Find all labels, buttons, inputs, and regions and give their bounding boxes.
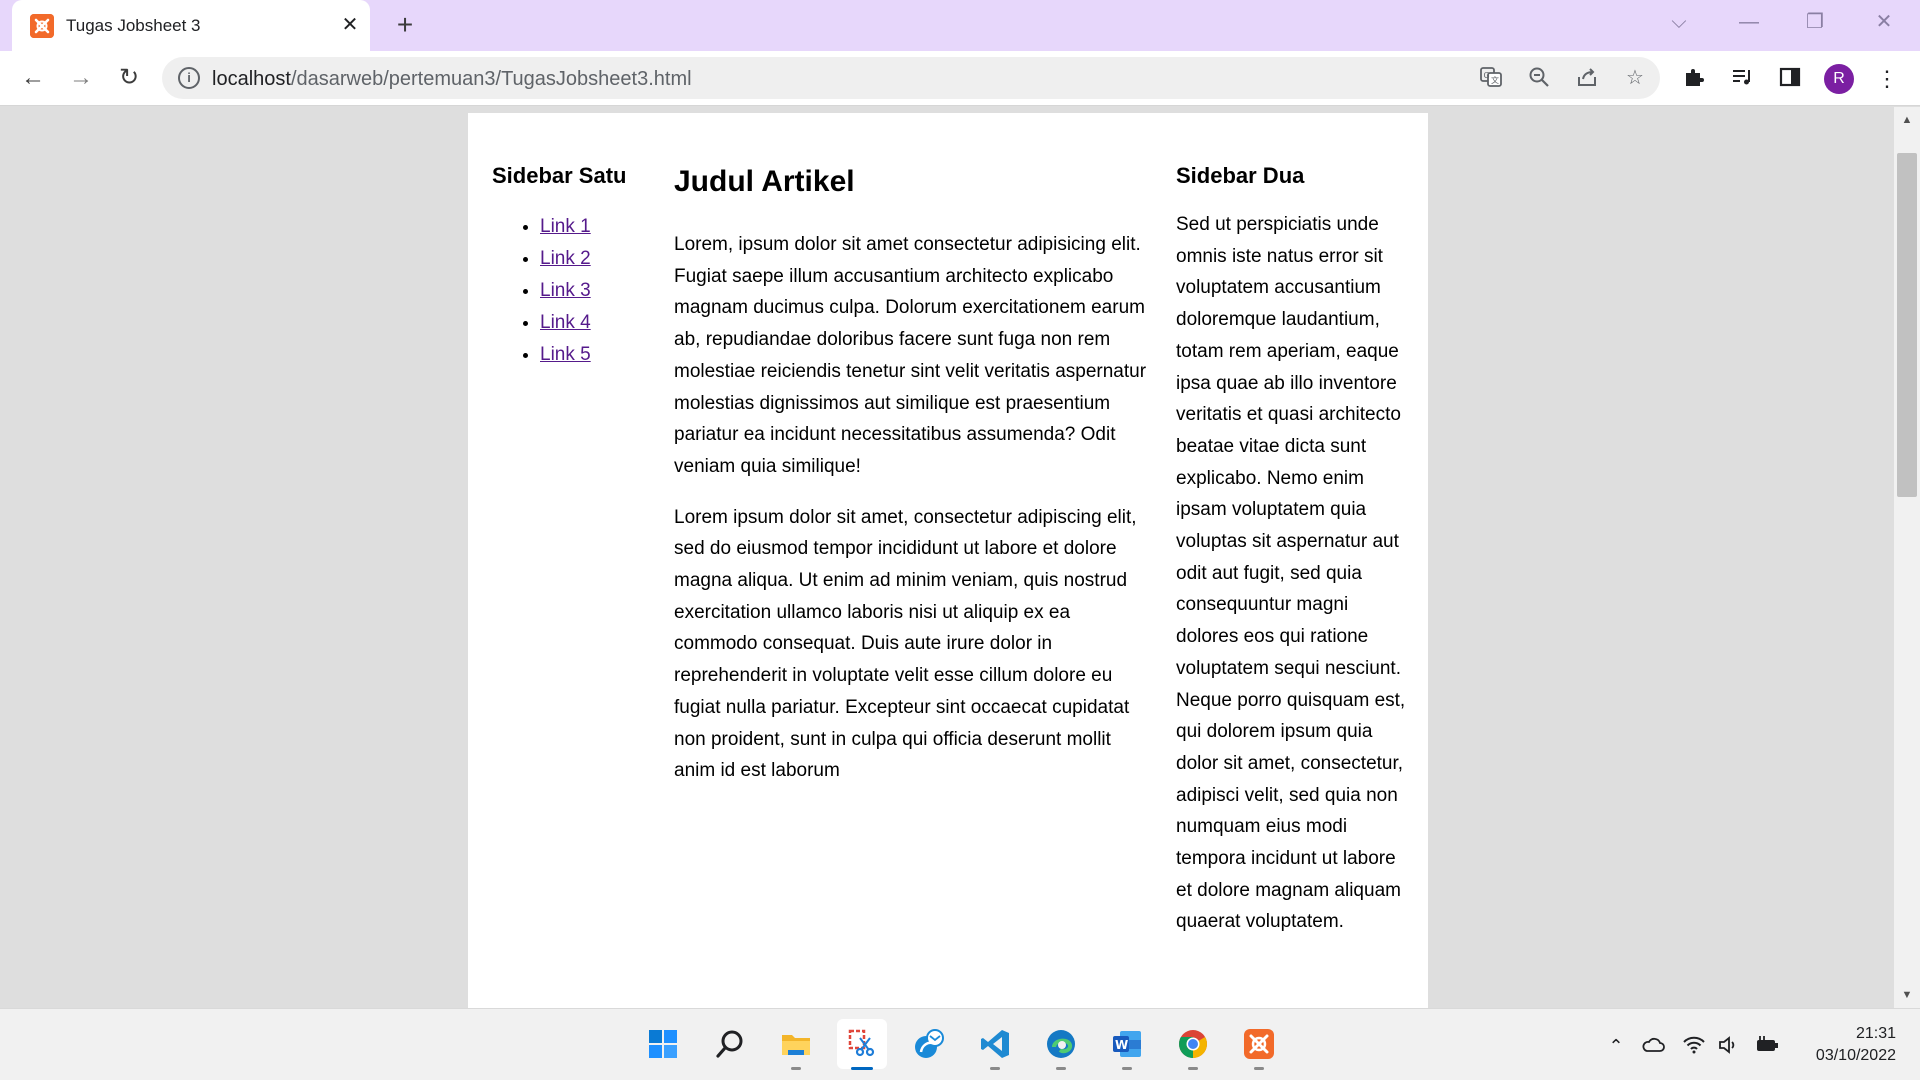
list-item: Link 2 bbox=[540, 243, 652, 275]
article-content: Judul Artikel Lorem, ipsum dolor sit ame… bbox=[674, 165, 1156, 787]
link-1[interactable]: Link 1 bbox=[540, 216, 591, 237]
sidebar-satu: Sidebar Satu Link 1 Link 2 Link 3 Link 4… bbox=[492, 163, 652, 371]
battery-icon[interactable] bbox=[1754, 1033, 1780, 1059]
zoom-icon[interactable] bbox=[1526, 65, 1552, 91]
sidebar-dua-text: Sed ut perspiciatis unde omnis iste natu… bbox=[1176, 214, 1406, 933]
scroll-up-arrow-icon[interactable]: ▲ bbox=[1894, 107, 1920, 133]
vscode-icon[interactable] bbox=[970, 1019, 1020, 1070]
web-viewport: Sidebar Satu Link 1 Link 2 Link 3 Link 4… bbox=[0, 107, 1894, 1008]
xampp-icon[interactable] bbox=[1234, 1019, 1284, 1070]
list-item: Link 1 bbox=[540, 211, 652, 243]
link-3[interactable]: Link 3 bbox=[540, 280, 591, 301]
search-icon[interactable] bbox=[705, 1019, 755, 1069]
running-indicator bbox=[851, 1067, 873, 1070]
scroll-down-arrow-icon[interactable]: ▼ bbox=[1894, 982, 1920, 1008]
browser-tab-strip: Tugas Jobsheet 3 ✕ + ⌵ — ❐ ✕ bbox=[0, 0, 1920, 51]
link-5[interactable]: Link 5 bbox=[540, 344, 591, 365]
page-container: Sidebar Satu Link 1 Link 2 Link 3 Link 4… bbox=[468, 113, 1428, 1008]
running-indicator bbox=[990, 1067, 1000, 1070]
reload-button[interactable]: ↻ bbox=[114, 63, 144, 93]
sidebar-dua-heading: Sidebar Dua bbox=[1176, 163, 1305, 188]
bookmark-star-icon[interactable]: ☆ bbox=[1622, 65, 1648, 91]
snipping-tool-icon[interactable] bbox=[837, 1019, 887, 1070]
xampp-icon bbox=[30, 14, 54, 38]
svg-text:G: G bbox=[1484, 71, 1490, 80]
browser-toolbar: ← → ↻ i localhost/dasarweb/pertemuan3/Tu… bbox=[0, 51, 1920, 106]
link-2[interactable]: Link 2 bbox=[540, 248, 591, 269]
back-button[interactable]: ← bbox=[18, 63, 48, 93]
sidebar-link-list: Link 1 Link 2 Link 3 Link 4 Link 5 bbox=[492, 211, 652, 371]
extensions-puzzle-icon[interactable] bbox=[1680, 65, 1708, 93]
address-bar[interactable]: i localhost/dasarweb/pertemuan3/TugasJob… bbox=[162, 57, 1660, 99]
sidebar-satu-heading: Sidebar Satu bbox=[492, 163, 627, 188]
profile-avatar[interactable]: R bbox=[1824, 64, 1854, 94]
share-icon[interactable] bbox=[1574, 65, 1600, 91]
system-clock[interactable]: 21:31 03/10/2022 bbox=[1786, 1023, 1896, 1067]
forward-button[interactable]: → bbox=[66, 63, 96, 93]
url-text[interactable]: localhost/dasarweb/pertemuan3/TugasJobsh… bbox=[212, 68, 692, 91]
mail-app-icon[interactable] bbox=[904, 1019, 954, 1069]
close-window-button[interactable]: ✕ bbox=[1866, 8, 1902, 36]
file-explorer-icon[interactable] bbox=[771, 1019, 821, 1070]
wifi-icon[interactable] bbox=[1681, 1033, 1707, 1059]
word-icon[interactable]: W bbox=[1102, 1019, 1152, 1070]
tab-search-chevron-icon[interactable]: ⌵ bbox=[1661, 8, 1697, 36]
article-paragraph-2: Lorem ipsum dolor sit amet, consectetur … bbox=[674, 506, 1137, 782]
onedrive-cloud-icon[interactable] bbox=[1640, 1033, 1666, 1059]
restore-button[interactable]: ❐ bbox=[1797, 8, 1833, 36]
browser-tab[interactable]: Tugas Jobsheet 3 ✕ bbox=[12, 0, 370, 51]
edge-icon[interactable] bbox=[1036, 1019, 1086, 1070]
chrome-icon[interactable] bbox=[1168, 1019, 1218, 1070]
clock-date: 03/10/2022 bbox=[1815, 1047, 1896, 1064]
kebab-menu-icon[interactable]: ⋮ bbox=[1876, 64, 1898, 94]
translate-icon[interactable]: G文 bbox=[1478, 65, 1504, 91]
link-4[interactable]: Link 4 bbox=[540, 312, 591, 333]
list-item: Link 5 bbox=[540, 339, 652, 371]
volume-icon[interactable] bbox=[1716, 1033, 1742, 1059]
article-paragraph-1: Lorem, ipsum dolor sit amet consectetur … bbox=[674, 234, 1147, 477]
running-indicator bbox=[791, 1067, 801, 1070]
running-indicator bbox=[1056, 1067, 1066, 1070]
minimize-button[interactable]: — bbox=[1731, 8, 1767, 36]
list-item: Link 4 bbox=[540, 307, 652, 339]
new-tab-button[interactable]: + bbox=[391, 11, 419, 39]
svg-text:W: W bbox=[1115, 1038, 1128, 1052]
running-indicator bbox=[1188, 1067, 1198, 1070]
side-panel-icon[interactable] bbox=[1776, 65, 1804, 93]
clock-time: 21:31 bbox=[1855, 1025, 1896, 1042]
windows-taskbar: W ⌃ 21:31 03/10/2022 bbox=[0, 1008, 1920, 1080]
scrollbar-thumb[interactable] bbox=[1897, 153, 1917, 497]
site-info-icon[interactable]: i bbox=[178, 67, 200, 89]
article-title: Judul Artikel bbox=[674, 165, 855, 198]
chevron-up-icon[interactable]: ⌃ bbox=[1603, 1033, 1629, 1059]
close-tab-icon[interactable]: ✕ bbox=[338, 13, 362, 37]
running-indicator bbox=[1122, 1067, 1132, 1070]
sidebar-dua: Sidebar Dua Sed ut perspiciatis unde omn… bbox=[1176, 163, 1412, 938]
media-queue-icon[interactable] bbox=[1728, 65, 1756, 93]
vertical-scrollbar[interactable]: ▲ ▼ bbox=[1894, 107, 1920, 1008]
running-indicator bbox=[1254, 1067, 1264, 1070]
windows-start-icon[interactable] bbox=[638, 1019, 688, 1069]
svg-text:文: 文 bbox=[1491, 75, 1499, 85]
tab-title: Tugas Jobsheet 3 bbox=[66, 16, 201, 35]
list-item: Link 3 bbox=[540, 275, 652, 307]
